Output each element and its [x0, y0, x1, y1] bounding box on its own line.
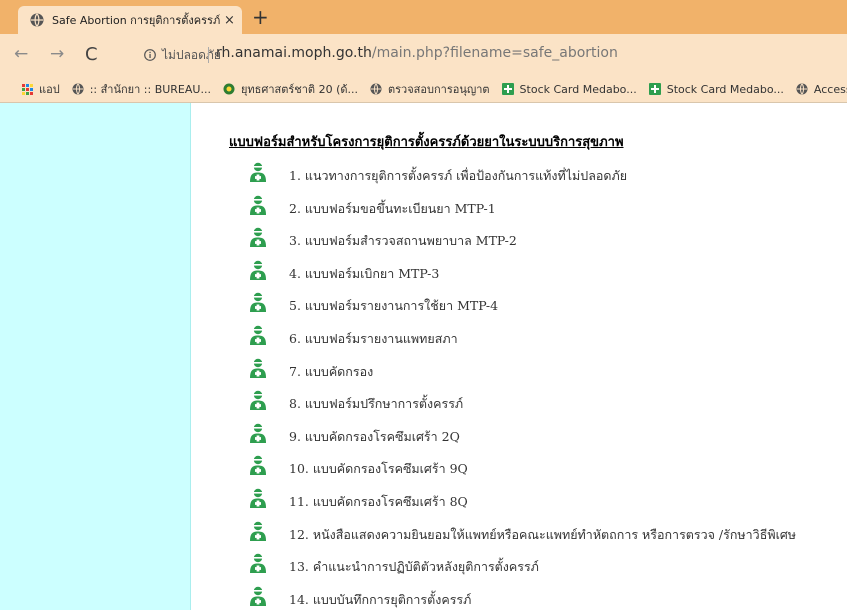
medical-cross-icon: [648, 83, 661, 95]
security-status[interactable]: ไม่ปลอดภัย: [162, 46, 221, 65]
list-item-label[interactable]: 14. แบบบันทึกการยุติการตั้งครรภ์: [289, 590, 471, 610]
bookmark-strategy[interactable]: ยุทธศาสตร์ชาติ 20 (ด้...: [223, 80, 358, 98]
doctor-icon: [250, 325, 266, 345]
browser-tab[interactable]: Safe Abortion การยุติการตั้งครรภ์ด้ว ×: [18, 6, 242, 34]
bookmark-license-check[interactable]: ตรวจสอบการอนุญาต: [370, 80, 490, 98]
form-list: 1. แนวทางการยุติการตั้งครรภ์ เพื่อป้องกั…: [249, 162, 796, 610]
medical-cross-icon: [501, 83, 514, 95]
list-item[interactable]: 1. แนวทางการยุติการตั้งครรภ์ เพื่อป้องกั…: [249, 162, 796, 195]
doctor-icon: [250, 521, 266, 541]
doctor-icon: [250, 358, 266, 378]
apps-grid-icon: [22, 83, 33, 95]
list-item-label[interactable]: 9. แบบคัดกรองโรคซึมเศร้า 2Q: [289, 427, 460, 447]
bookmark-label: :: สำนักยา :: BUREAU...: [89, 83, 211, 96]
globe-icon: [370, 83, 382, 95]
list-item-label[interactable]: 11. แบบคัดกรองโรคซึมเศร้า 8Q: [289, 492, 468, 512]
doctor-icon: [250, 293, 266, 313]
list-item-label[interactable]: 8. แบบฟอร์มปรึกษาการตั้งครรภ์: [289, 394, 463, 414]
list-item[interactable]: 12. หนังสือแสดงความยินยอมให้แพทย์หรือคณะ…: [249, 521, 796, 554]
list-item-label[interactable]: 13. คำแนะนำการปฏิบัติตัวหลังยุติการตั้งค…: [289, 557, 539, 577]
doctor-icon: [250, 260, 266, 280]
list-item[interactable]: 11. แบบคัดกรองโรคซึมเศร้า 8Q: [249, 488, 796, 521]
doctor-icon: [250, 390, 266, 411]
left-sidebar: [0, 103, 191, 610]
bookmark-bureau[interactable]: :: สำนักยา :: BUREAU...: [72, 80, 211, 98]
doctor-icon: [250, 553, 266, 574]
url-path: /main.php?filename=safe_abortion: [371, 45, 618, 61]
bookmark-access[interactable]: Access to S: [796, 83, 847, 96]
bookmarks-bar: แอป :: สำนักยา :: BUREAU... ยุทธศาสตร์ชา…: [0, 76, 847, 103]
doctor-icon: [250, 227, 266, 248]
new-tab-button[interactable]: +: [252, 7, 269, 27]
list-item-label[interactable]: 6. แบบฟอร์มรายงานแพทยสภา: [289, 329, 458, 349]
list-item[interactable]: 7. แบบคัดกรอง: [249, 358, 796, 391]
list-item[interactable]: 8. แบบฟอร์มปรึกษาการตั้งครรภ์: [249, 390, 796, 423]
emblem-icon: [223, 83, 235, 95]
doctor-icon: [250, 586, 266, 606]
back-button[interactable]: ←: [14, 44, 28, 64]
list-item[interactable]: 10. แบบคัดกรองโรคซึมเศร้า 9Q: [249, 455, 796, 488]
list-item[interactable]: 9. แบบคัดกรองโรคซึมเศร้า 2Q: [249, 423, 796, 456]
globe-icon: [796, 83, 808, 95]
list-item[interactable]: 5. แบบฟอร์มรายงานการใช้ยา MTP-4: [249, 292, 796, 325]
list-item[interactable]: 2. แบบฟอร์มขอขึ้นทะเบียนยา MTP-1: [249, 195, 796, 228]
list-item-label[interactable]: 4. แบบฟอร์มเบิกยา MTP-3: [289, 264, 439, 284]
url-domain: rh.anamai.moph.go.th: [216, 45, 372, 61]
list-item-label[interactable]: 10. แบบคัดกรองโรคซึมเศร้า 9Q: [289, 459, 468, 479]
doctor-icon: [250, 162, 266, 182]
doctor-icon: [250, 488, 266, 508]
list-item[interactable]: 14. แบบบันทึกการยุติการตั้งครรภ์: [249, 586, 796, 610]
list-item[interactable]: 6. แบบฟอร์มรายงานแพทยสภา: [249, 325, 796, 358]
bookmark-label: Stock Card Medabo...: [666, 82, 784, 96]
address-bar[interactable]: rh.anamai.moph.go.th/main.php?filename=s…: [216, 45, 618, 61]
list-item-label[interactable]: 3. แบบฟอร์มสำรวจสถานพยาบาล MTP-2: [289, 231, 517, 251]
list-item-label[interactable]: 2. แบบฟอร์มขอขึ้นทะเบียนยา MTP-1: [289, 199, 496, 219]
list-item[interactable]: 4. แบบฟอร์มเบิกยา MTP-3: [249, 260, 796, 293]
bookmark-label: ตรวจสอบการอนุญาต: [388, 83, 490, 96]
address-divider: [208, 47, 209, 63]
bookmark-label: Access to S: [813, 82, 847, 96]
apps-bookmark[interactable]: แอป: [22, 80, 60, 98]
forward-button[interactable]: →: [50, 44, 64, 64]
list-item-label[interactable]: 1. แนวทางการยุติการตั้งครรภ์ เพื่อป้องกั…: [289, 166, 627, 186]
doctor-icon: [250, 456, 266, 476]
list-item-label[interactable]: 5. แบบฟอร์มรายงานการใช้ยา MTP-4: [289, 296, 498, 316]
reload-button[interactable]: C: [85, 45, 98, 65]
tab-title: Safe Abortion การยุติการตั้งครรภ์ด้ว: [52, 14, 220, 27]
list-item-label[interactable]: 7. แบบคัดกรอง: [289, 362, 373, 382]
close-tab-icon[interactable]: ×: [224, 13, 235, 28]
bookmark-label: ยุทธศาสตร์ชาติ 20 (ด้...: [240, 83, 358, 96]
navigation-bar: ← → C ไม่ปลอดภัย rh.anamai.moph.go.th/ma…: [0, 34, 847, 76]
apps-label: แอป: [39, 83, 60, 96]
bookmark-stock-card-2[interactable]: Stock Card Medabo...: [648, 82, 784, 96]
list-item-label[interactable]: 12. หนังสือแสดงความยินยอมให้แพทย์หรือคณะ…: [289, 525, 796, 545]
tab-strip: Safe Abortion การยุติการตั้งครรภ์ด้ว × +: [0, 0, 847, 34]
doctor-icon: [250, 195, 266, 215]
bookmark-stock-card-1[interactable]: Stock Card Medabo...: [501, 82, 637, 96]
main-content: แบบฟอร์มสำหรับโครงการยุติการตั้งครรภ์ด้ว…: [191, 103, 847, 610]
list-item[interactable]: 13. คำแนะนำการปฏิบัติตัวหลังยุติการตั้งค…: [249, 553, 796, 586]
list-item[interactable]: 3. แบบฟอร์มสำรวจสถานพยาบาล MTP-2: [249, 227, 796, 260]
bookmark-label: Stock Card Medabo...: [519, 82, 637, 96]
globe-icon: [30, 13, 44, 27]
page-heading: แบบฟอร์มสำหรับโครงการยุติการตั้งครรภ์ด้ว…: [229, 135, 624, 150]
doctor-icon: [250, 423, 266, 443]
info-icon[interactable]: [144, 49, 156, 61]
globe-icon: [72, 83, 84, 95]
